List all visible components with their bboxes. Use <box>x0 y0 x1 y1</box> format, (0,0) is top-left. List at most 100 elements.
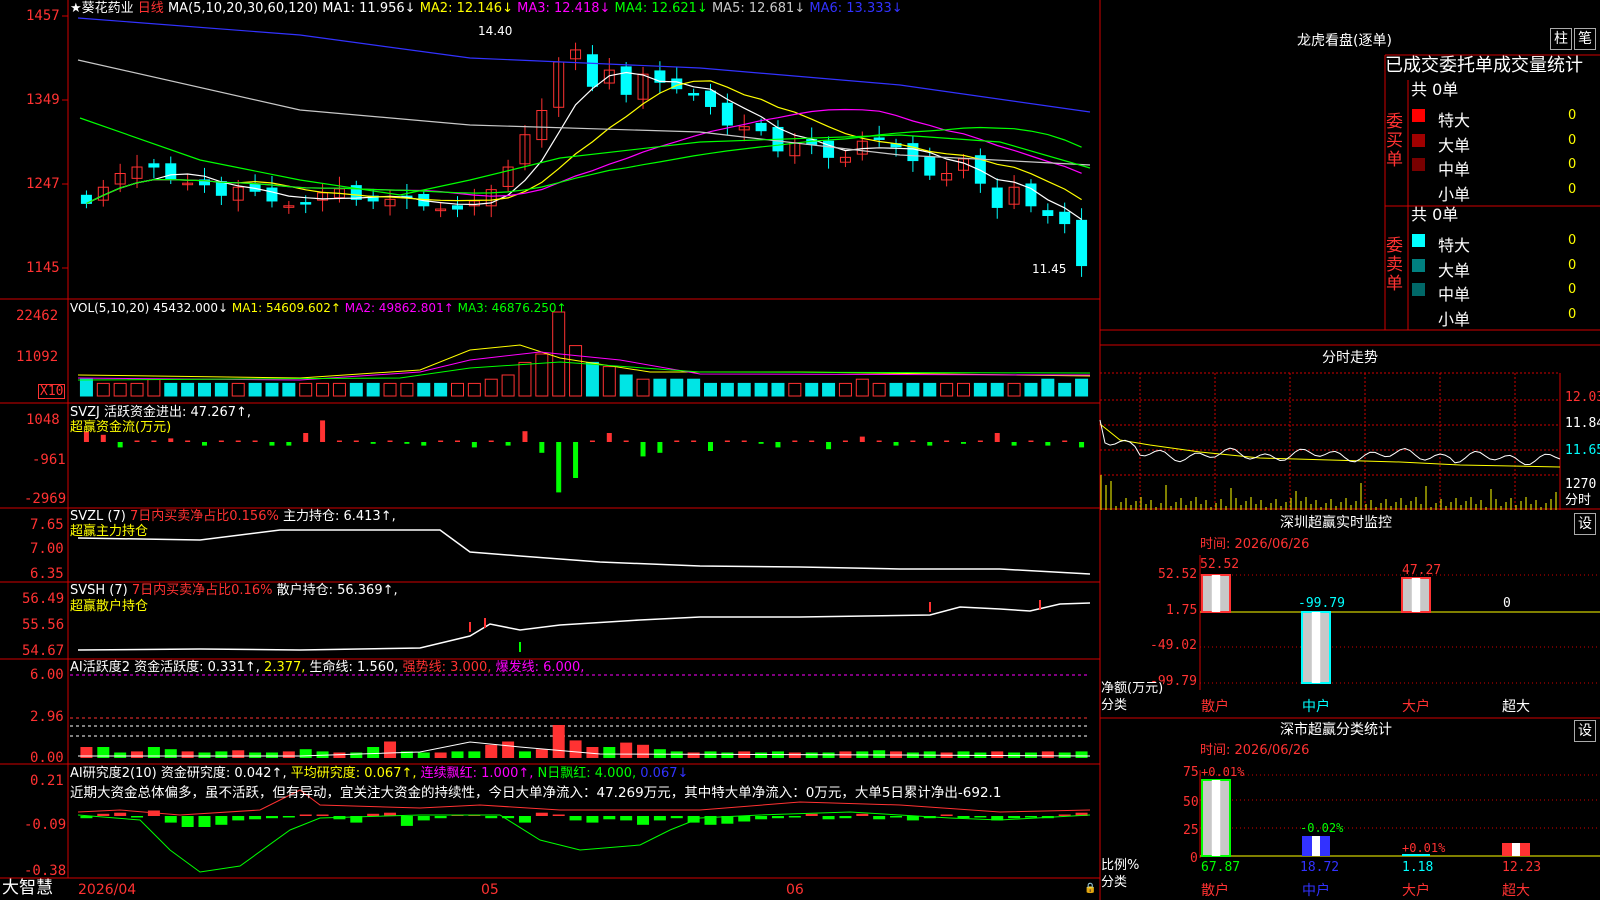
lock-icon[interactable]: 🔒 <box>1084 884 1096 894</box>
vol-bar-44 <box>822 382 836 397</box>
vol-bar-56 <box>1024 382 1038 397</box>
vol-bar-1 <box>96 382 110 397</box>
candle-body-38 <box>721 102 733 126</box>
vol-bar-26 <box>518 361 532 397</box>
vol-bar-11 <box>265 382 279 397</box>
ss-tick-4: 0 <box>1190 851 1198 866</box>
vol-bar-50 <box>923 382 937 397</box>
svzj-bar-50 <box>927 442 933 446</box>
svzj-bar-22 <box>455 440 460 442</box>
ai2-bar-30 <box>586 816 599 823</box>
sell-swatch-0 <box>1412 234 1425 247</box>
ai1-bar-47 <box>873 750 886 758</box>
svzj-sub: 超赢资金流(万元) <box>70 420 172 435</box>
svzj-bar-9 <box>235 440 241 442</box>
svzj-bar-41 <box>775 442 781 448</box>
ai1-bar-24 <box>485 744 498 758</box>
ss-top-dahu: +0.01% <box>1402 841 1446 855</box>
ai2-bar-46 <box>856 813 869 816</box>
buy-label-2: 中单 <box>1438 160 1471 179</box>
ss-settings-button[interactable]: 设 <box>1574 720 1596 742</box>
bar-view-button[interactable]: 柱 <box>1550 28 1572 50</box>
svzj-bar-6 <box>185 440 191 442</box>
ai1-line <box>78 741 1091 757</box>
vol-bar-53 <box>973 382 987 397</box>
ai2-tick-1: 0.21 <box>30 773 64 789</box>
ai2-bar-39 <box>738 816 751 822</box>
ss-val-zhonghu: 18.72 <box>1300 860 1340 875</box>
intraday-price-line <box>1099 419 1561 466</box>
svzj-bar-1 <box>100 434 106 442</box>
candle-body-40 <box>755 122 767 132</box>
vol-bar-23 <box>467 382 481 397</box>
vol-ma3: MA3: 46876.250↑ <box>457 301 567 315</box>
ai2-bar-1 <box>97 813 110 816</box>
svzj-bar-38 <box>724 440 730 442</box>
ai1-bar-54 <box>991 751 1004 758</box>
buy-row-2: 中单00% <box>1408 155 1598 179</box>
svzj-bar-45 <box>842 440 848 442</box>
svzj-bar-26 <box>522 431 528 442</box>
ss-title: 深市超赢分类统计 <box>1280 722 1392 738</box>
vol-bar-4 <box>147 378 161 397</box>
ai1-bar-3 <box>131 751 144 758</box>
svzl-tick-1: 7.65 <box>30 517 64 533</box>
date-label-1: 2026/04 <box>78 882 137 898</box>
ma5-line <box>77 59 1091 166</box>
svsh-label: SVSH (7) <box>70 583 128 598</box>
vol-bar-21 <box>434 382 448 397</box>
sz-tick-1: 52.52 <box>1158 567 1198 582</box>
buy-swatch-1 <box>1412 133 1425 147</box>
vol-bar-27 <box>535 353 549 397</box>
chart-header: ★葵花药业 日线 MA(5,10,20,30,60,120) MA1: 11.9… <box>70 2 903 15</box>
buy-label-3: 小单 <box>1438 184 1471 204</box>
sell-count-1: 0 <box>1568 257 1577 273</box>
ss-val-sanhu: 67.87 <box>1201 860 1241 875</box>
date-label-3: 06 <box>786 882 804 898</box>
ai1-v5: 爆发线: 6.000, <box>495 660 585 675</box>
sell-row-1: 大单00% <box>1408 256 1598 280</box>
ma2-value: MA2: 12.146↓ <box>419 1 513 16</box>
ai1-bar-16 <box>350 752 363 758</box>
vol-bar-3 <box>130 382 144 397</box>
ma4-value: MA4: 12.621↓ <box>614 1 708 16</box>
low-price-label: 11.45 <box>1032 262 1067 276</box>
svsh-tick-3: 54.67 <box>22 643 65 659</box>
ai2-bar-20 <box>417 816 430 821</box>
stock-name[interactable]: ★葵花药业 <box>70 1 134 16</box>
kline-chart[interactable] <box>0 0 1600 900</box>
brand-logo: 大智慧 <box>2 878 53 898</box>
sell-total: 共 0单 <box>1411 205 1459 224</box>
ma1-line <box>86 71 1082 220</box>
ai1-bar-12 <box>282 751 295 758</box>
ai1-bar-38 <box>721 752 734 758</box>
sz-settings-button[interactable]: 设 <box>1574 513 1596 535</box>
vol-bar-17 <box>366 382 380 397</box>
buy-swatch-0 <box>1412 109 1425 122</box>
sell-label-1: 大单 <box>1438 260 1471 280</box>
vol-unit-badge[interactable]: X10 <box>38 384 66 399</box>
vol-bar-15 <box>332 382 346 397</box>
main-tick-4: 1145 <box>26 260 60 276</box>
ai2-bar-21 <box>434 816 447 819</box>
vol-ma2: MA2: 49862.801↑ <box>344 301 454 315</box>
vol-bar-48 <box>889 382 903 397</box>
svzj-bar-19 <box>404 442 410 444</box>
candle-body-11 <box>266 187 278 202</box>
sell-label-0: 特大 <box>1438 236 1471 255</box>
ai2-bar-51 <box>940 814 953 816</box>
ai1-bar-25 <box>502 741 515 758</box>
period-label[interactable]: 日线 <box>138 1 164 16</box>
tick-view-button[interactable]: 笔 <box>1574 28 1596 50</box>
svzl-sub: 超赢主力持仓 <box>70 524 149 539</box>
svzj-label: SVZJ 活跃资金进出: 47.267↑, <box>70 405 252 420</box>
candle-body-47 <box>873 137 885 140</box>
candle-body-4 <box>148 163 160 168</box>
ma6-value: MA6: 13.333↓ <box>809 1 903 16</box>
ai2-label: AI研究度2(10) <box>70 766 157 781</box>
candle-body-37 <box>705 90 716 107</box>
ai2-bar-27 <box>535 812 548 816</box>
sell-count-0: 0 <box>1568 233 1577 248</box>
svzj-bar-27 <box>539 442 545 453</box>
svzj-bar-4 <box>151 440 157 442</box>
